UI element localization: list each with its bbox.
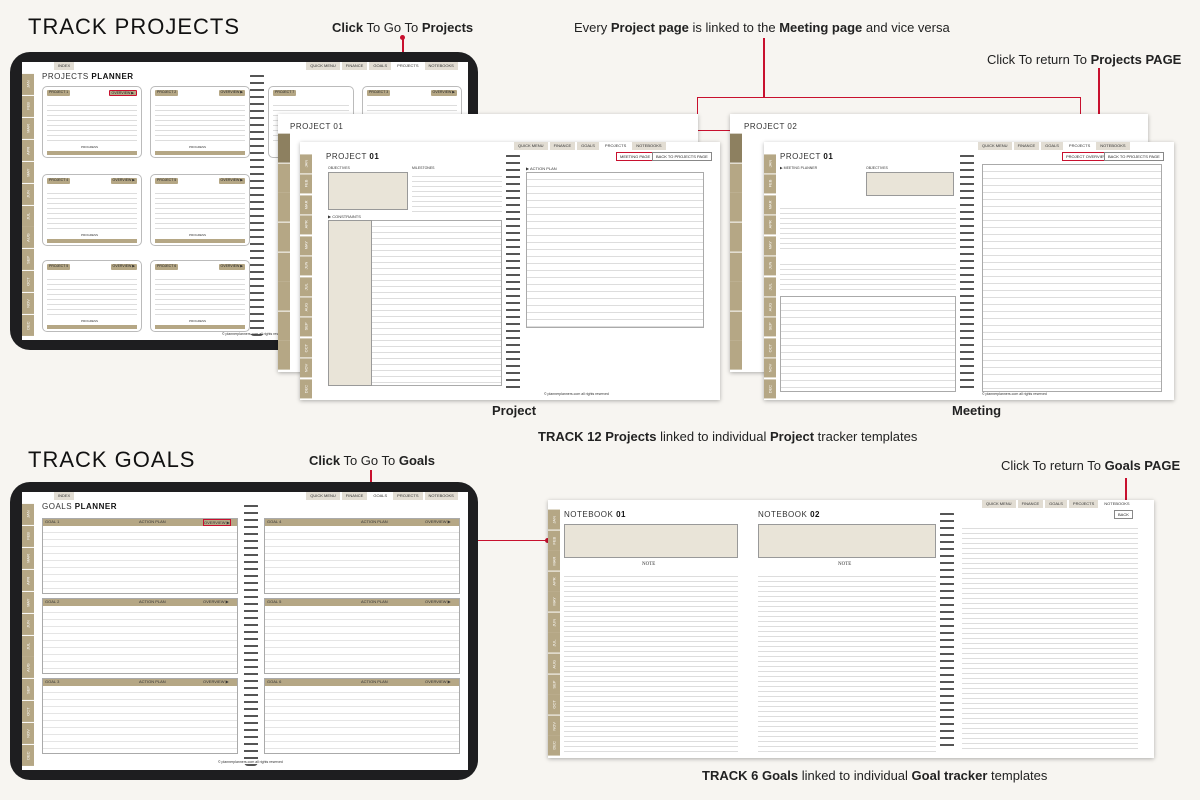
- project-page-title: PROJECT 01: [326, 152, 380, 161]
- goals-heading: TRACK GOALS: [28, 447, 196, 472]
- connector-dot: [400, 35, 405, 40]
- month-tab[interactable]: JUL: [22, 205, 34, 227]
- goal-block[interactable]: GOAL 2 ACTION PLAN OVERVIEW ▶: [42, 598, 238, 674]
- goals-bottom-caption: TRACK 6 Goals linked to individual Goal …: [702, 768, 1048, 783]
- back-to-projects-button[interactable]: BACK TO PROJECTS PAGE: [652, 152, 712, 161]
- meeting-page-title: PROJECT 01: [780, 152, 834, 161]
- goals-return-note: Click To return To Goals PAGE: [1001, 458, 1181, 473]
- month-tab[interactable]: DEC: [22, 315, 34, 337]
- projects-heading: TRACK PROJECTS: [28, 14, 241, 39]
- goals-planner-title: GOALS PLANNER: [42, 502, 117, 511]
- notebook-page: QUICK MENU FINANCE GOALS PROJECTS NOTEBOOKS …: [548, 500, 1154, 758]
- month-sidebar: JAN FEB MAR APR MAY JUN JUL AUG SEP OCT NOV DEC: [764, 154, 776, 399]
- connector-line: [763, 38, 765, 98]
- projects-planner-title: PROJECTS PLANNER: [42, 72, 134, 81]
- goal-block[interactable]: GOAL 3 ACTION PLAN OVERVIEW ▶: [42, 678, 238, 754]
- tab-finance[interactable]: FINANCE: [341, 62, 368, 70]
- nav-tabs: INDEX QUICK MENU FINANCE GOALS PROJECTS …: [40, 62, 468, 70]
- month-tab[interactable]: FEB: [22, 95, 34, 117]
- notebook-02-title: NOTEBOOK 02: [758, 510, 820, 519]
- tab-projects[interactable]: PROJECTS: [393, 62, 423, 70]
- back-to-projects-button[interactable]: BACK TO PROJECTS PAGE: [1104, 152, 1164, 161]
- meeting-page: QUICK MENU FINANCE GOALS PROJECTS NOTEBOOKS …: [764, 142, 1174, 400]
- goals-planner-screen: INDEX QUICK MENU FINANCE GOALS PROJECTS …: [22, 492, 468, 770]
- tab-notebooks[interactable]: NOTEBOOKS: [424, 62, 458, 70]
- project-card[interactable]: PROJECT 2 OVERVIEW ▶ PROGRESS: [150, 86, 250, 158]
- tab-goals[interactable]: GOALS: [369, 492, 392, 500]
- projects-bottom-caption: TRACK 12 Projects linked to individual P…: [538, 429, 918, 444]
- tab-quick-menu[interactable]: QUICK MENU: [306, 492, 340, 500]
- month-tab[interactable]: JUN: [22, 183, 34, 205]
- month-tab[interactable]: APR: [22, 139, 34, 161]
- month-tab[interactable]: JAN: [22, 74, 34, 95]
- project-card[interactable]: PROJECT 4 OVERVIEW ▶ PROGRESS: [42, 174, 142, 246]
- meeting-page-button[interactable]: MEETING PAGE: [616, 152, 655, 161]
- notebook-01-title: NOTEBOOK 01: [564, 510, 626, 519]
- tab-goals[interactable]: GOALS: [369, 62, 392, 70]
- back-button[interactable]: BACK: [1114, 510, 1133, 519]
- tab-index[interactable]: INDEX: [54, 62, 75, 70]
- projects-return-note: Click To return To Projects PAGE: [987, 52, 1182, 67]
- month-tab[interactable]: SEP: [22, 249, 34, 271]
- meeting-caption: Meeting: [952, 403, 1002, 418]
- connector-line: [697, 97, 1081, 98]
- goal-block[interactable]: GOAL 1 ACTION PLAN OVERVIEW ▶: [42, 518, 238, 594]
- month-sidebar: JAN FEB MAR APR MAY JUN JUL AUG SEP OCT NOV DEC: [548, 510, 560, 756]
- spiral-binding: [244, 502, 258, 766]
- tab-index[interactable]: INDEX: [54, 492, 75, 500]
- month-tab[interactable]: MAY: [22, 161, 34, 183]
- tab-finance[interactable]: FINANCE: [341, 492, 368, 500]
- project-page: QUICK MENU FINANCE GOALS PROJECTS NOTEBOOKS …: [300, 142, 720, 400]
- project-card[interactable]: PROJECT 5 OVERVIEW ▶ PROGRESS: [150, 174, 250, 246]
- goal-block[interactable]: GOAL 6 ACTION PLAN OVERVIEW ▶: [264, 678, 460, 754]
- tab-notebooks[interactable]: NOTEBOOKS: [424, 492, 458, 500]
- project-card[interactable]: PROJECT 1 OVERVIEW ▶ PROGRESS: [42, 86, 142, 158]
- goal-block[interactable]: GOAL 4 ACTION PLAN OVERVIEW ▶: [264, 518, 460, 594]
- goal-block[interactable]: GOAL 5 ACTION PLAN OVERVIEW ▶: [264, 598, 460, 674]
- project-card[interactable]: PROJECT 6 OVERVIEW ▶ PROGRESS: [150, 260, 250, 332]
- month-tab[interactable]: OCT: [22, 271, 34, 293]
- month-tab[interactable]: MAR: [22, 117, 34, 139]
- month-sidebar: JAN FEB MAR APR MAY JUN JUL AUG SEP OCT NOV DEC: [22, 504, 34, 767]
- tablet-goals: INDEX QUICK MENU FINANCE GOALS PROJECTS …: [10, 482, 478, 780]
- month-sidebar: JAN FEB MAR APR MAY JUN JUL AUG SEP OCT NOV DEC: [300, 154, 312, 399]
- linked-note: Every Project page is linked to the Meet…: [574, 20, 950, 35]
- goals-click-note: Click To Go To Goals: [309, 453, 435, 468]
- project-caption: Project: [492, 403, 537, 418]
- spiral-binding: [250, 72, 264, 336]
- month-tab[interactable]: NOV: [22, 293, 34, 315]
- month-sidebar: JAN FEB MAR APR MAY JUN JUL AUG SEP OCT …: [22, 74, 34, 337]
- project-card[interactable]: PROJECT 5 OVERVIEW ▶ PROGRESS: [42, 260, 142, 332]
- tab-quick-menu[interactable]: QUICK MENU: [306, 62, 340, 70]
- projects-click-note: Click To Go To Projects: [332, 20, 474, 35]
- month-tab[interactable]: AUG: [22, 227, 34, 249]
- tab-projects[interactable]: PROJECTS: [393, 492, 423, 500]
